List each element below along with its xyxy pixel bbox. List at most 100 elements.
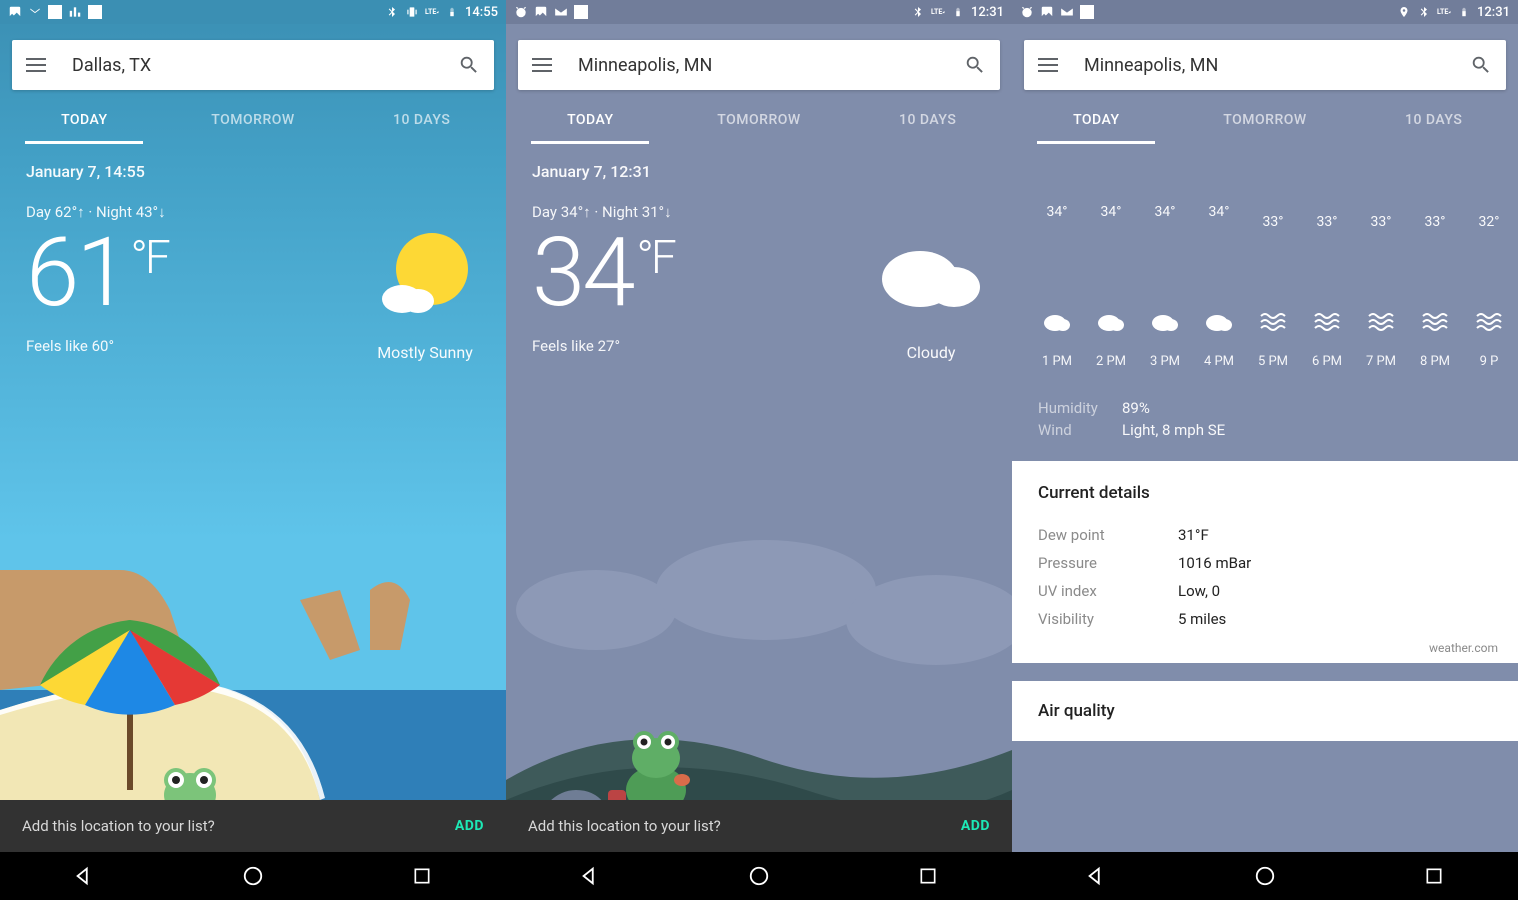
weather-body: 34°1 PM34°2 PM34°3 PM34°4 PM33°5 PM33°6 … (1012, 144, 1518, 900)
search-icon[interactable] (1470, 54, 1492, 76)
hourly-forecast[interactable]: 34°1 PM34°2 PM34°3 PM34°4 PM33°5 PM33°6 … (1012, 204, 1518, 369)
hourly-item[interactable]: 33°5 PM (1246, 204, 1300, 369)
recent-button[interactable] (409, 863, 435, 889)
hamburger-icon[interactable] (532, 58, 552, 72)
cloudy-icon (876, 229, 986, 319)
tab-today[interactable]: TODAY (0, 96, 169, 144)
hamburger-icon[interactable] (26, 58, 46, 72)
notif-icon (1080, 5, 1094, 19)
hourly-temp: 33° (1371, 214, 1392, 230)
tab-tomorrow[interactable]: TOMORROW (169, 96, 338, 144)
vibrate-icon (405, 5, 419, 19)
hourly-temp: 34° (1209, 204, 1230, 220)
nav-bar (0, 852, 506, 900)
mail-icon (1060, 5, 1074, 19)
summary-kv: Humidity89% WindLight, 8 mph SE (1012, 389, 1518, 461)
attribution-label: weather.com (1429, 641, 1498, 655)
back-button[interactable] (71, 863, 97, 889)
tabs: TODAY TOMORROW 10 DAYS (1012, 96, 1518, 144)
search-icon[interactable] (458, 54, 480, 76)
visibility-value: 5 miles (1178, 610, 1226, 628)
tab-10days[interactable]: 10 DAYS (337, 96, 506, 144)
add-question: Add this location to your list? (528, 817, 721, 835)
add-button[interactable]: ADD (961, 818, 990, 834)
hourly-item[interactable]: 34°3 PM (1138, 204, 1192, 369)
home-button[interactable] (240, 863, 266, 889)
location-field[interactable]: Minneapolis, MN (1084, 55, 1470, 76)
weather-body: January 7, 12:31 Day 34°↑ · Night 31°↓ 3… (506, 144, 1012, 900)
hourly-item[interactable]: 33°8 PM (1408, 204, 1462, 369)
back-button[interactable] (577, 863, 603, 889)
bluetooth-icon (911, 5, 925, 19)
bluetooth-icon (1417, 5, 1431, 19)
location-icon (1397, 5, 1411, 19)
hourly-time: 1 PM (1042, 354, 1072, 369)
bluetooth-icon (385, 5, 399, 19)
battery-icon (951, 5, 965, 19)
uv-key: UV index (1038, 582, 1178, 600)
cloud-icon (1097, 310, 1125, 332)
air-quality-title: Air quality (1038, 701, 1492, 721)
search-icon[interactable] (964, 54, 986, 76)
tab-today[interactable]: TODAY (506, 96, 675, 144)
recent-button[interactable] (1421, 863, 1447, 889)
hourly-time: 7 PM (1366, 354, 1396, 369)
hourly-temp: 34° (1101, 204, 1122, 220)
hamburger-icon[interactable] (1038, 58, 1058, 72)
tab-today[interactable]: TODAY (1012, 96, 1181, 144)
cloud-icon (1151, 310, 1179, 332)
add-location-bar: Add this location to your list? ADD (0, 800, 506, 852)
notif-icon (574, 5, 588, 19)
status-time: 14:55 (465, 5, 498, 20)
tab-10days[interactable]: 10 DAYS (843, 96, 1012, 144)
location-field[interactable]: Dallas, TX (72, 55, 458, 76)
hourly-item[interactable]: 33°6 PM (1300, 204, 1354, 369)
hourly-time: 2 PM (1096, 354, 1126, 369)
hourly-time: 9 P (1480, 354, 1499, 369)
alarm-icon (1020, 5, 1034, 19)
hourly-time: 4 PM (1204, 354, 1234, 369)
feels-like-label: Feels like 27° (532, 337, 670, 355)
fog-icon (1475, 310, 1503, 332)
hourly-time: 6 PM (1312, 354, 1342, 369)
image-icon (8, 5, 22, 19)
hourly-item[interactable]: 34° 4 PM (1192, 204, 1246, 369)
missed-call-icon (28, 5, 42, 19)
nav-bar (1012, 852, 1518, 900)
hourly-item[interactable]: 34° 2 PM (1084, 204, 1138, 369)
tab-tomorrow[interactable]: TOMORROW (675, 96, 844, 144)
battery-icon (445, 5, 459, 19)
location-field[interactable]: Minneapolis, MN (578, 55, 964, 76)
search-bar[interactable]: Minneapolis, MN (1024, 40, 1506, 90)
home-button[interactable] (1252, 863, 1278, 889)
weather-body: January 7, 14:55 Day 62°↑ · Night 43°↓ 6… (0, 144, 506, 900)
status-time: 12:31 (971, 5, 1004, 20)
home-button[interactable] (746, 863, 772, 889)
date-label: January 7, 14:55 (26, 162, 480, 181)
tab-tomorrow[interactable]: TOMORROW (1181, 96, 1350, 144)
lte-signal-icon: LTE (425, 5, 439, 19)
search-bar[interactable]: Minneapolis, MN (518, 40, 1000, 90)
image-icon (1040, 5, 1054, 19)
add-location-bar: Add this location to your list? ADD (506, 800, 1012, 852)
add-button[interactable]: ADD (455, 818, 484, 834)
hourly-temp: 34° (1047, 204, 1068, 220)
hourly-item[interactable]: 34° 1 PM (1030, 204, 1084, 369)
panel-minneapolis-main: LTE 12:31 Minneapolis, MN TODAY TOMORROW… (506, 0, 1012, 900)
hourly-item[interactable]: 33° 7 PM (1354, 204, 1408, 369)
notif-icon (48, 5, 62, 19)
back-button[interactable] (1083, 863, 1109, 889)
nav-bar (506, 852, 1012, 900)
hourly-item[interactable]: 32°9 P (1462, 204, 1516, 369)
search-bar[interactable]: Dallas, TX (12, 40, 494, 90)
recent-button[interactable] (915, 863, 941, 889)
tab-10days[interactable]: 10 DAYS (1349, 96, 1518, 144)
status-bar: LTE 14:55 (0, 0, 506, 24)
uv-value: Low, 0 (1178, 582, 1220, 600)
tabs: TODAY TOMORROW 10 DAYS (0, 96, 506, 144)
dew-value: 31°F (1178, 526, 1209, 544)
notif-icon (88, 5, 102, 19)
mostly-sunny-icon (370, 229, 480, 319)
status-bar: LTE 12:31 (506, 0, 1012, 24)
hourly-temp: 33° (1263, 214, 1284, 230)
